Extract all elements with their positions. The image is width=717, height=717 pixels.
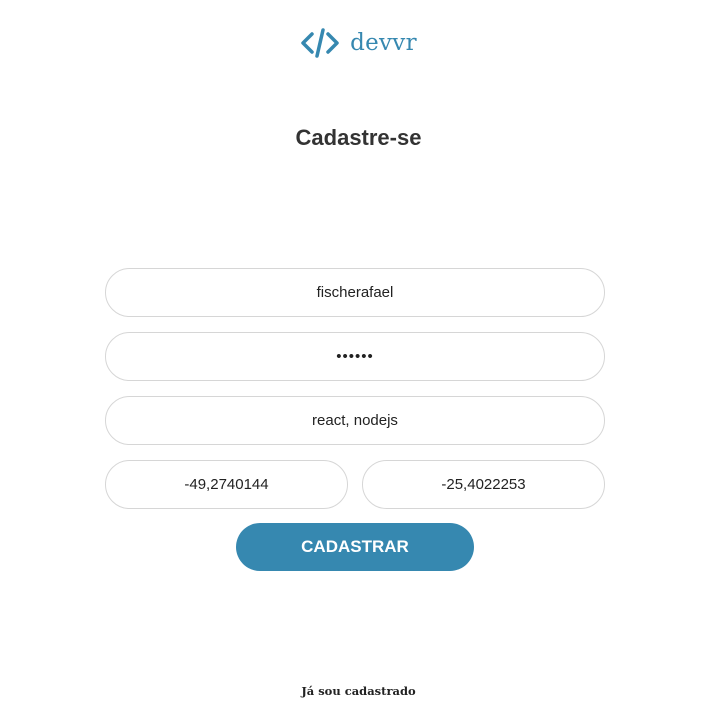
latitude-input[interactable] [362,460,605,509]
signup-form [105,268,605,509]
already-registered-link[interactable]: Já sou cadastrado [0,684,717,698]
code-brackets-icon [300,27,340,59]
page-title: Cadastre-se [295,125,422,150]
password-input[interactable] [105,332,605,381]
logo-text: devvr [350,30,417,56]
username-input[interactable] [105,268,605,317]
longitude-input[interactable] [105,460,348,509]
register-button[interactable]: CADASTRAR [236,523,474,571]
logo: devvr [0,27,717,59]
coordinates-row [105,460,605,509]
techs-input[interactable] [105,396,605,445]
